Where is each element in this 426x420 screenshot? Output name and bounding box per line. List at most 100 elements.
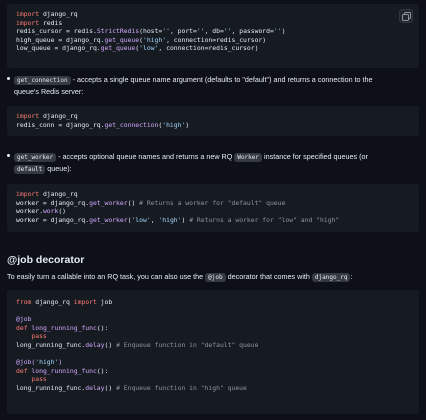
code-token: '': [223, 27, 232, 36]
code-token: ():: [96, 323, 109, 332]
code-token: get_connection: [104, 120, 159, 129]
code-token: long_running_func: [31, 366, 97, 375]
code-token: def: [16, 323, 28, 332]
code-line: import redis: [16, 19, 62, 27]
code-token: get_queue: [100, 44, 136, 53]
code-token: delay: [85, 340, 105, 349]
code-token: def: [16, 366, 28, 375]
code-token: get_worker: [89, 215, 128, 224]
code-token: StrictRedis: [96, 27, 140, 36]
code-content: import django_rq redis_conn = django_rq.…: [16, 112, 410, 129]
code-token: ): [185, 120, 190, 129]
bullet-text: instance for specified queues (or: [262, 152, 368, 161]
code-line: redis_conn = django_rq.get_connection('h…: [16, 121, 189, 129]
inline-code: Worker: [234, 153, 263, 162]
section-heading: @job decorator: [7, 254, 85, 266]
code-token: , connection=redis_cursor): [166, 35, 267, 44]
code-token: import: [16, 190, 40, 198]
code-token: work: [42, 207, 59, 216]
code-token: django_rq: [39, 190, 78, 198]
code-token: job: [96, 298, 113, 306]
code-token: import: [16, 10, 40, 18]
code-token: , password=: [231, 27, 274, 36]
inline-code: get_worker: [14, 153, 57, 162]
copy-icon: [402, 12, 411, 21]
code-line: high_queue = django_rq.get_queue('high',…: [16, 36, 266, 44]
code-block-redis-setup: import django_rq import redis redis_curs…: [7, 4, 419, 68]
code-line: @job: [16, 315, 31, 323]
code-token: long_running_func: [31, 323, 97, 332]
para-text: :: [350, 272, 353, 281]
code-token: django_rq: [39, 112, 78, 120]
code-token: ): [58, 358, 63, 367]
code-token: redis: [39, 18, 63, 27]
code-token: , db=: [204, 27, 224, 36]
code-token: # Enqueue function in "default" queue: [116, 340, 259, 349]
code-token: delay: [85, 383, 105, 392]
code-content: from django_rq import job @job def long_…: [16, 298, 410, 393]
bullet-dot: [7, 77, 10, 80]
bullet-text: - accepts optional queue names and retur…: [56, 152, 235, 161]
code-token: long_running_func.: [16, 340, 86, 349]
bullet-get-connection: get_connection - accepts a single queue …: [7, 74, 414, 97]
code-token: 'high': [162, 120, 186, 129]
copy-button[interactable]: [399, 9, 413, 23]
code-token: '': [196, 27, 205, 36]
code-token: (host=: [139, 27, 163, 36]
code-token: django_rq: [39, 10, 78, 18]
code-line: redis_cursor = redis.StrictRedis(host=''…: [16, 27, 285, 35]
code-token: import: [16, 112, 40, 120]
bullet-text: - accepts a single queue name argument (…: [70, 75, 373, 84]
code-line: def long_running_func():: [16, 367, 108, 375]
code-line: from django_rq import job: [16, 298, 112, 306]
inline-code: @job: [205, 273, 226, 282]
code-line: import django_rq: [16, 10, 78, 18]
code-line: long_running_func.delay() # Enqueue func…: [16, 341, 258, 349]
code-token: long_running_func.: [16, 383, 86, 392]
code-token: get_queue: [104, 35, 140, 44]
bullet-dot: [7, 154, 10, 157]
code-token: , connection=redis_cursor): [158, 44, 259, 53]
code-token: from: [16, 298, 32, 306]
code-token: import: [16, 18, 40, 27]
code-token: (): [58, 207, 67, 216]
code-token: worker = django_rq.: [16, 215, 90, 224]
code-token: worker.: [16, 207, 43, 216]
code-line: worker = django_rq.get_worker() # Return…: [16, 199, 285, 207]
code-token: 'low': [139, 44, 159, 53]
para-text: To easily turn a callable into an RQ tas…: [7, 272, 206, 281]
bullet-text-cont: queue):: [45, 164, 72, 173]
code-token: 'low': [131, 215, 151, 224]
code-token: # Returns a worker for "low" and "high": [189, 215, 340, 224]
code-token: high_queue = django_rq.: [16, 35, 105, 44]
code-line: pass: [16, 332, 47, 341]
code-token: ): [281, 27, 286, 36]
code-token: ():: [96, 366, 109, 375]
section-paragraph: To easily turn a callable into an RQ tas…: [7, 272, 419, 283]
code-token: @job(: [16, 358, 36, 367]
para-text: decorator that comes with: [225, 272, 312, 281]
code-line: @job('high'): [16, 358, 62, 366]
code-token: redis_conn = django_rq.: [16, 120, 105, 129]
code-token: (): [127, 198, 140, 207]
code-line: import django_rq: [16, 112, 78, 120]
code-token: pass: [31, 375, 47, 384]
code-line: long_running_func.delay() # Enqueue func…: [16, 384, 247, 392]
code-line: worker.work(): [16, 207, 66, 215]
code-token: django_rq: [31, 298, 74, 306]
code-token: low_queue = django_rq.: [16, 44, 101, 53]
code-token: get_worker: [89, 198, 128, 207]
code-block-get-connection: import django_rq redis_conn = django_rq.…: [7, 106, 419, 136]
code-line: worker = django_rq.get_worker('low', 'hi…: [16, 216, 339, 224]
code-content: import django_rq worker = django_rq.get_…: [16, 190, 410, 224]
inline-code: get_connection: [14, 76, 71, 85]
code-token: pass: [31, 332, 47, 341]
code-token: 'high': [158, 215, 182, 224]
code-token: 'high': [143, 35, 167, 44]
code-line: import django_rq: [16, 190, 78, 198]
code-token: , port=: [169, 27, 197, 36]
code-line: def long_running_func():: [16, 324, 108, 332]
code-block-get-worker: import django_rq worker = django_rq.get_…: [7, 184, 419, 232]
